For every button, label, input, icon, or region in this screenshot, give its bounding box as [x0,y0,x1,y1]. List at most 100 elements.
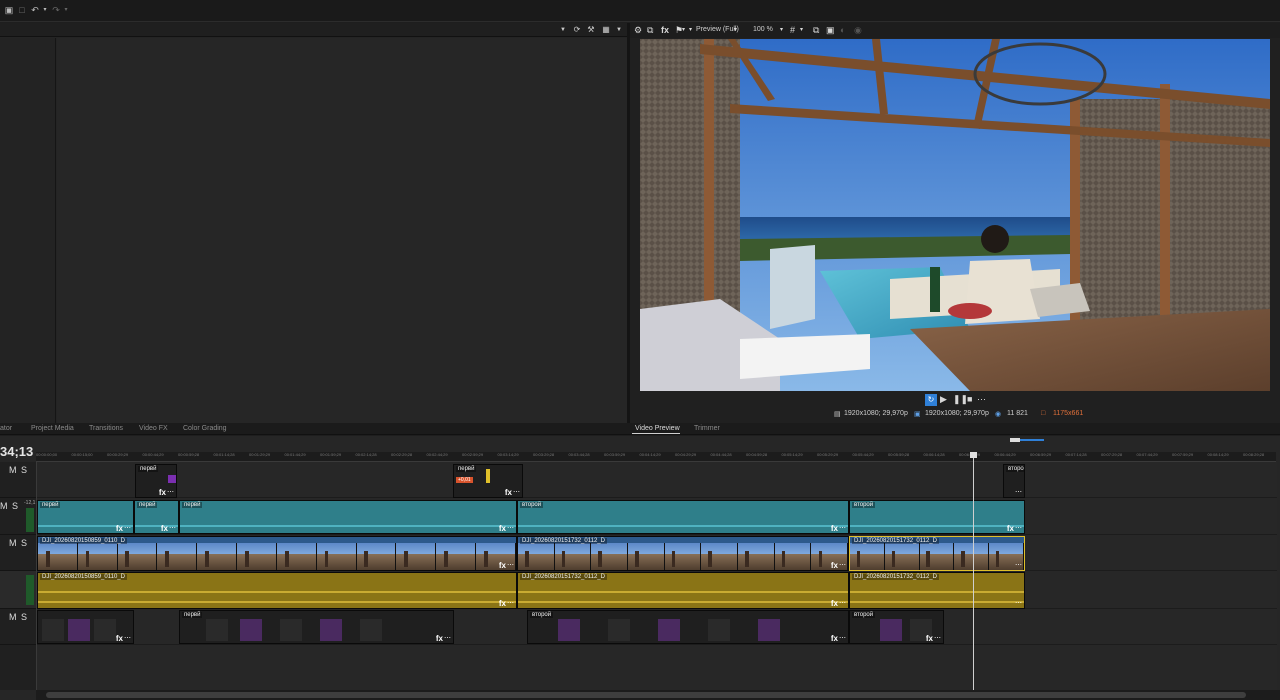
graphic-clip[interactable]: fx ⋯ [37,610,134,644]
fx-icon[interactable]: fx [831,561,838,570]
undo-dropdown-icon[interactable]: ▾ [40,5,50,15]
fx-icon[interactable]: fx [159,488,166,497]
save-icon[interactable]: ▣ [4,5,14,15]
chevron-down-icon[interactable]: ▾ [800,25,803,36]
more-icon[interactable]: ⋯ [1015,488,1022,496]
external-monitor-icon[interactable]: ⧉ [647,25,653,36]
view-icon[interactable]: ▦ [601,25,611,35]
more-icon[interactable]: ⋯ [1015,524,1022,532]
refresh-icon[interactable]: ⟳ [572,25,582,35]
fx-icon[interactable]: fx [1007,524,1014,533]
timeline-ruler[interactable]: 00:00:00;00 00:00:15;00 00:00:29;29 00:00:4… [36,452,1276,462]
graphic-clip[interactable]: второй fx ⋯ [527,610,849,644]
fx-icon[interactable]: fx [161,524,168,533]
fx-icon[interactable]: fx [831,634,838,643]
menu-icon[interactable]: ▼ [614,25,624,35]
stop-icon[interactable]: ■ [967,394,972,405]
fx-icon[interactable]: fx [926,634,933,643]
solo-button[interactable]: S [21,465,27,475]
audio-clip[interactable]: DJI_20260820151732_0112_D fx ⋯ [517,572,849,609]
playhead-line[interactable] [973,452,974,692]
tab-project-media[interactable]: Project Media [31,425,74,432]
zoom-select[interactable]: 100 % [753,26,773,33]
more-icon[interactable]: ⋯ [507,561,514,569]
more-icon[interactable]: ⋯ [167,488,174,496]
fx-icon[interactable]: fx [831,524,838,533]
scrollbar-thumb[interactable] [46,692,1246,698]
pause-icon[interactable]: ❚❚ [953,394,968,405]
graphic-clip[interactable]: первй fx ⋯ [179,610,454,644]
fx-icon[interactable]: fx [831,599,838,608]
audio-clip[interactable]: первй fx ⋯ [37,500,134,534]
more-icon[interactable]: ⋯ [444,634,451,642]
track-lane[interactable] [37,462,1277,498]
timeline-timecode[interactable]: 34;13 [0,444,36,459]
chevron-down-icon[interactable]: ▼ [558,25,568,35]
more-icon[interactable]: ⋯ [839,599,846,607]
gear-icon[interactable]: ⚙ [634,25,642,36]
more-icon[interactable]: ⋯ [839,561,846,569]
fx-icon[interactable]: fx [436,634,443,643]
more-icon[interactable]: ⋯ [977,394,986,405]
timeline-scrollbar[interactable] [36,690,1280,700]
more-icon[interactable]: ⋯ [124,524,131,532]
more-icon[interactable]: ⋯ [1015,561,1022,569]
more-icon[interactable]: ⋯ [507,599,514,607]
delete-icon[interactable]: □ [17,5,27,15]
tab-transitions[interactable]: Transitions [89,425,123,432]
mute-button[interactable]: M [9,465,17,475]
video-clip[interactable]: DJI_20260820151732_0112_D fx ⋯ [517,536,849,571]
audio-clip[interactable]: первй fx ⋯ [134,500,179,534]
preview-quality-select[interactable]: Preview (Full) [696,26,739,33]
play-icon[interactable]: ▶ [940,394,947,405]
grid-icon[interactable]: # [790,25,795,36]
mute-button[interactable]: M [0,501,8,511]
audio-clip[interactable]: DJI_20260820151732_0112_D ⋯ [849,572,1025,609]
tab-explorer[interactable]: ator [0,425,12,432]
chevron-down-icon[interactable]: ▾ [734,25,737,36]
media-tree[interactable] [0,38,56,423]
more-icon[interactable]: ⋯ [839,524,846,532]
adjust-icon[interactable]: ◐ [840,25,845,36]
mute-button[interactable]: M [9,612,17,622]
playhead-handle[interactable] [970,452,977,458]
tab-color-grading[interactable]: Color Grading [183,425,227,432]
fx-icon[interactable]: fx [116,634,123,643]
tab-trimmer[interactable]: Trimmer [694,425,720,432]
fx-icon[interactable]: fx [116,524,123,533]
fx-icon[interactable]: fx [661,25,669,36]
video-clip[interactable]: DJI_20260820150859_0110_D fx ⋯ [37,536,517,571]
more-icon[interactable]: ⋯ [839,634,846,642]
lock-icon[interactable]: ◉ [854,25,862,36]
fx-icon[interactable]: fx [499,599,506,608]
more-icon[interactable]: ⋯ [1015,599,1022,607]
tab-video-preview[interactable]: Video Preview [635,425,680,432]
title-clip[interactable]: второй ⋯ [1003,464,1025,498]
chevron-down-icon[interactable]: ▾ [682,25,685,36]
solo-button[interactable]: S [21,538,27,548]
fx-icon[interactable]: fx [505,488,512,497]
chevron-down-icon[interactable]: ▾ [780,25,783,36]
audio-clip[interactable]: второй fx ⋯ [517,500,849,534]
tab-video-fx[interactable]: Video FX [139,425,168,432]
solo-button[interactable]: S [21,612,27,622]
fx-icon[interactable]: fx [499,561,506,570]
more-icon[interactable]: ⋯ [507,524,514,532]
more-icon[interactable]: ⋯ [934,634,941,642]
loop-icon[interactable]: ↻ [925,394,937,406]
graphic-clip[interactable]: второй fx ⋯ [849,610,944,644]
more-icon[interactable]: ⋯ [169,524,176,532]
audio-clip[interactable]: второй fx ⋯ [849,500,1025,534]
mute-button[interactable]: M [9,538,17,548]
loop-region-bar[interactable] [1010,438,1044,442]
timeline-tracks[interactable]: первй fx ⋯ первй +0,01 fx ⋯ второй ⋯ пер… [37,462,1277,690]
fx-icon[interactable]: fx [499,524,506,533]
chevron-down-icon[interactable]: ▾ [689,25,692,36]
media-list[interactable] [57,38,627,423]
redo-icon[interactable]: ↷ [51,5,61,15]
redo-dropdown-icon[interactable]: ▾ [61,5,71,15]
more-icon[interactable]: ⋯ [513,488,520,496]
title-clip[interactable]: первй fx ⋯ [135,464,177,498]
video-clip[interactable]: DJI_20260820151732_0112_D ⋯ [849,536,1025,571]
audio-clip[interactable]: DJI_20260820150859_0110_D fx ⋯ [37,572,517,609]
